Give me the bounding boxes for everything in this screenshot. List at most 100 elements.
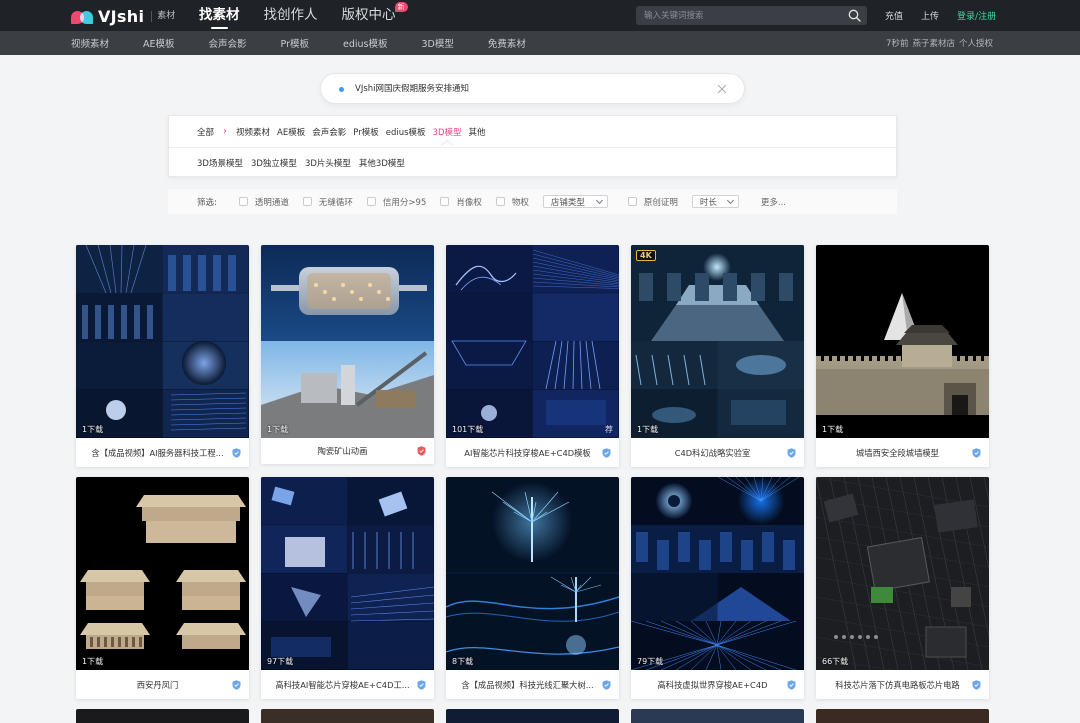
filter-original-proof[interactable]: 原创证明 xyxy=(627,196,678,208)
filter-seamless-loop[interactable]: 无缝循环 xyxy=(302,196,353,208)
asset-title-bar[interactable]: 含【成品视频】AI服务器科技工程... xyxy=(76,438,249,467)
asset-thumbnail[interactable]: 8下载 xyxy=(446,477,619,670)
subnav-edius[interactable]: edius模板 xyxy=(343,36,388,50)
asset-card[interactable]: 4K 1下载 C4D科幻战略实验室 xyxy=(631,245,804,467)
asset-card[interactable]: 1下载陶瓷矿山动画 xyxy=(261,245,434,464)
asset-card[interactable]: 79下载高科技虚拟世界穿梭AE+C4D xyxy=(631,477,804,699)
checkbox-icon[interactable] xyxy=(495,197,505,206)
subcategory-other3d[interactable]: 其他3D模型 xyxy=(359,157,405,169)
filter-property-rights[interactable]: 物权 xyxy=(495,196,529,208)
category-ae[interactable]: AE模板 xyxy=(277,126,305,138)
checkbox-icon[interactable] xyxy=(302,197,312,206)
upload-link[interactable]: 上传 xyxy=(921,9,939,22)
asset-card[interactable]: 101下载 荐 AI智能芯片科技穿梭AE+C4D模板 xyxy=(446,245,619,467)
filter-portrait-rights[interactable]: 肖像权 xyxy=(440,196,482,208)
asset-title[interactable]: 西安丹凤门 xyxy=(137,679,179,691)
asset-title-bar[interactable]: AI智能芯片科技穿梭AE+C4D模板 xyxy=(446,438,619,467)
checkbox-icon[interactable] xyxy=(440,197,450,206)
asset-title-bar[interactable]: 科技芯片落下仿真电路板芯片电路 xyxy=(816,670,989,699)
duration-select[interactable]: 时长 xyxy=(691,195,739,208)
subnav-huisheng[interactable]: 会声会影 xyxy=(209,36,247,50)
logo-mark-icon xyxy=(71,9,95,25)
nav-find-creators[interactable]: 找创作人 xyxy=(264,0,318,31)
category-all[interactable]: 全部 xyxy=(197,126,214,138)
search-input[interactable] xyxy=(644,6,844,25)
asset-title[interactable]: 含【成品视频】AI服务器科技工程... xyxy=(91,447,223,459)
asset-card[interactable]: 8下载含【成品视频】科技光线汇聚大树... xyxy=(446,477,619,699)
asset-title[interactable]: 高科技虚拟世界穿梭AE+C4D xyxy=(657,679,767,691)
subcategory-scene[interactable]: 3D场景模型 xyxy=(197,157,243,169)
chevron-down-icon xyxy=(726,196,734,204)
asset-thumbnail[interactable]: 1下载 xyxy=(816,245,989,438)
checkbox-icon[interactable] xyxy=(627,197,637,206)
nav-copyright-label: 版权中心 xyxy=(341,7,396,23)
asset-thumbnail-partial[interactable] xyxy=(76,709,249,723)
filter-alpha-channel[interactable]: 透明通道 xyxy=(238,196,289,208)
asset-card[interactable]: 1下载城墙西安全段城墙模型 xyxy=(816,245,989,467)
nav-copyright-center[interactable]: 版权中心新 xyxy=(341,0,408,31)
quality-4k-badge: 4K xyxy=(636,250,656,261)
download-count: 97下载 xyxy=(267,657,294,666)
download-count: 101下载 xyxy=(452,425,484,434)
filter-credit-score[interactable]: 信用分>95 xyxy=(366,196,426,208)
asset-title[interactable]: AI智能芯片科技穿梭AE+C4D模板 xyxy=(464,447,590,459)
subnav-3d[interactable]: 3D模型 xyxy=(422,36,454,50)
ticker-store[interactable]: 燕子素材店 xyxy=(912,37,955,49)
asset-title-bar[interactable]: 高科技AI智能芯片穿梭AE+C4D工... xyxy=(261,670,434,699)
store-type-select[interactable]: 店铺类型 xyxy=(542,195,608,208)
asset-title-bar[interactable]: 西安丹凤门 xyxy=(76,670,249,699)
category-edius[interactable]: edius模板 xyxy=(386,126,426,138)
asset-thumbnail[interactable]: 4K 1下载 xyxy=(631,245,804,438)
asset-thumbnail[interactable]: 101下载 荐 xyxy=(446,245,619,438)
asset-title[interactable]: C4D科幻战略实验室 xyxy=(675,447,751,459)
close-icon[interactable] xyxy=(716,83,728,95)
asset-thumbnail[interactable]: 1下载 xyxy=(76,245,249,438)
notice-text[interactable]: VJshi网国庆假期服务安排通知 xyxy=(355,74,469,104)
filter-bar: 筛选: 透明通道 无缝循环 信用分>95 肖像权 物权 店铺类型 原创证明 时长… xyxy=(168,189,897,214)
category-huisheng[interactable]: 会声会影 xyxy=(312,126,346,138)
notice-banner[interactable]: VJshi网国庆假期服务安排通知 xyxy=(320,73,745,104)
subnav-ae[interactable]: AE模板 xyxy=(143,36,175,50)
subnav-free[interactable]: 免费素材 xyxy=(488,36,526,50)
asset-card[interactable]: 1下载含【成品视频】AI服务器科技工程... xyxy=(76,245,249,467)
asset-thumbnail-partial[interactable] xyxy=(816,709,989,723)
category-video[interactable]: 视频素材 xyxy=(236,126,270,138)
category-3d[interactable]: 3D模型 xyxy=(433,126,462,138)
checkbox-icon[interactable] xyxy=(238,197,248,206)
asset-thumbnail[interactable]: 79下载 xyxy=(631,477,804,670)
asset-title[interactable]: 含【成品视频】科技光线汇聚大树... xyxy=(461,679,593,691)
asset-title-bar[interactable]: 高科技虚拟世界穿梭AE+C4D xyxy=(631,670,804,699)
asset-thumbnail-partial[interactable] xyxy=(261,709,434,723)
asset-thumbnail[interactable]: 1下载 xyxy=(76,477,249,670)
subcategory-intro[interactable]: 3D片头模型 xyxy=(305,157,351,169)
asset-title[interactable]: 城墙西安全段城墙模型 xyxy=(856,447,939,459)
asset-title-bar[interactable]: 陶瓷矿山动画 xyxy=(261,438,434,464)
more-filters-link[interactable]: 更多... xyxy=(761,196,786,208)
asset-title[interactable]: 科技芯片落下仿真电路板芯片电路 xyxy=(835,679,959,691)
subnav-pr[interactable]: Pr模板 xyxy=(281,36,309,50)
category-pr[interactable]: Pr模板 xyxy=(353,126,378,138)
asset-thumbnail[interactable]: 1下载 xyxy=(261,245,434,438)
category-other[interactable]: 其他 xyxy=(469,126,486,138)
asset-thumbnail[interactable]: 97下载 xyxy=(261,477,434,670)
asset-card[interactable]: 1下载西安丹凤门 xyxy=(76,477,249,699)
asset-title-bar[interactable]: C4D科幻战略实验室 xyxy=(631,438,804,467)
asset-title[interactable]: 高科技AI智能芯片穿梭AE+C4D工... xyxy=(275,679,409,691)
subnav-video[interactable]: 视频素材 xyxy=(71,36,109,50)
asset-thumbnail-partial[interactable] xyxy=(446,709,619,723)
asset-card[interactable]: 66下载科技芯片落下仿真电路板芯片电路 xyxy=(816,477,989,699)
subcategory-standalone[interactable]: 3D独立模型 xyxy=(251,157,297,169)
checkbox-icon[interactable] xyxy=(366,197,376,206)
asset-title-bar[interactable]: 城墙西安全段城墙模型 xyxy=(816,438,989,467)
asset-title-bar[interactable]: 含【成品视频】科技光线汇聚大树... xyxy=(446,670,619,699)
asset-title[interactable]: 陶瓷矿山动画 xyxy=(318,445,368,457)
asset-card[interactable]: 97下载高科技AI智能芯片穿梭AE+C4D工... xyxy=(261,477,434,699)
recharge-link[interactable]: 充值 xyxy=(885,9,903,22)
login-register-link[interactable]: 登录/注册 xyxy=(957,9,996,22)
search-icon[interactable] xyxy=(848,9,861,22)
asset-thumbnail[interactable]: 66下载 xyxy=(816,477,989,670)
chevron-down-icon xyxy=(595,196,603,204)
vjshi-logo[interactable]: VJshi 素材 xyxy=(71,7,175,26)
asset-thumbnail-partial[interactable] xyxy=(631,709,804,723)
nav-find-assets[interactable]: 找素材 xyxy=(199,0,240,31)
